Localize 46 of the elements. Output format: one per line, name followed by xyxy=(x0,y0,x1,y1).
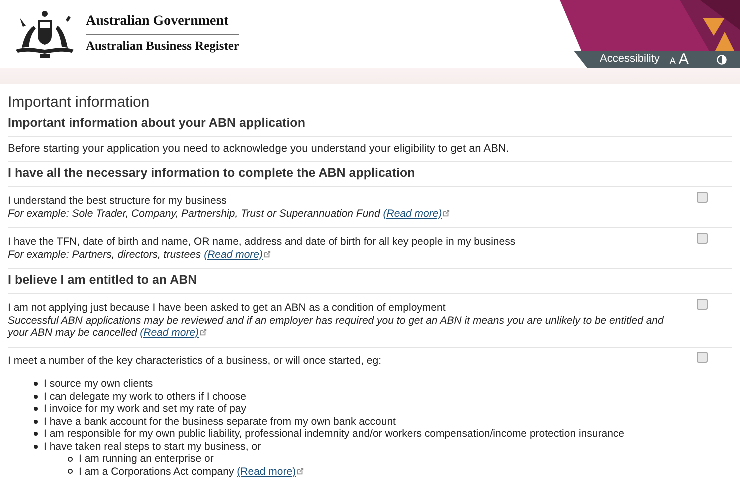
section-heading: I believe I am entitled to an ABN xyxy=(8,269,732,294)
intro-text: Before starting your application you need to acknowledge you understand your eligibility to get an ABN. xyxy=(8,137,732,162)
checkbox[interactable] xyxy=(697,352,708,362)
external-link-icon xyxy=(297,468,304,474)
list-item-text: I have taken real steps to start my business, or xyxy=(44,440,262,453)
item-label: I meet a number of the key characteristics of a business, or will once started, eg: xyxy=(8,354,383,367)
external-link-icon xyxy=(264,250,272,258)
bullet-icon xyxy=(34,382,38,386)
external-link-icon xyxy=(200,329,208,336)
list-item-text: I am a Corporations Act company (Read more) xyxy=(79,466,304,478)
register-name: Australian Business Register xyxy=(86,38,240,55)
list-item-text: I have a bank account for the business separate from my own bank account xyxy=(44,416,396,428)
increase-font-button[interactable]: A xyxy=(678,52,689,67)
external-link-icon xyxy=(443,210,450,216)
item-note: For example: Sole Trader, Company, Partnership, Trust or Superannuation Fund (Read more) xyxy=(8,208,687,220)
list-item-text: I can delegate my work to others if I choose xyxy=(44,390,247,403)
bullet-icon xyxy=(68,469,73,474)
read-more-link[interactable]: (Read more) xyxy=(204,248,264,260)
accessibility-label[interactable]: Accessibility xyxy=(600,51,660,68)
contrast-icon[interactable] xyxy=(716,54,727,64)
page-subtitle: Important information about your ABN application xyxy=(8,115,732,137)
list-item-text: I invoice for my work and set my rate of pay xyxy=(44,403,246,416)
bullet-icon xyxy=(34,420,38,424)
page-title: Important information xyxy=(8,94,151,112)
list-item-text: I am responsible for my own public liability, professional indemnity and/or workers compensation/income protection insurance xyxy=(44,428,624,440)
bullet-icon xyxy=(68,456,73,462)
read-more-link[interactable]: (Read more) xyxy=(140,327,200,339)
item-label: I understand the best structure for my business xyxy=(8,195,228,208)
bullet-icon xyxy=(34,394,38,399)
read-more-link[interactable]: (Read more) xyxy=(237,466,296,478)
bullet-icon xyxy=(34,444,38,449)
item-label: I have the TFN, date of birth and name, OR name, address and date of birth for all key people in my business xyxy=(8,236,517,248)
checkbox[interactable] xyxy=(697,192,708,203)
read-more-link[interactable]: (Read more) xyxy=(383,208,442,220)
decrease-font-button[interactable]: A xyxy=(670,57,676,66)
item-note: For example: Partners, directors, trustees (Read more) xyxy=(8,248,687,261)
checkbox[interactable] xyxy=(697,233,708,244)
bullet-icon xyxy=(34,407,38,412)
checkbox[interactable] xyxy=(697,299,708,310)
list-item-text: I am running an enterprise or xyxy=(79,453,214,466)
section-heading: I have all the necessary information to complete the ABN application xyxy=(8,162,732,187)
bullet-icon xyxy=(34,432,38,436)
item-label: I am not applying just because I have been asked to get an ABN as a condition of employment xyxy=(8,302,447,314)
item-note: Successful ABN applications may be reviewed and if an employer has required you to get an ABN it means you are unlikely to be entitled and your ABN may be cancelled (Read more) xyxy=(8,314,665,340)
list-item-text: I source my own clients xyxy=(44,378,154,390)
agency-name: Australian Government xyxy=(86,13,240,35)
